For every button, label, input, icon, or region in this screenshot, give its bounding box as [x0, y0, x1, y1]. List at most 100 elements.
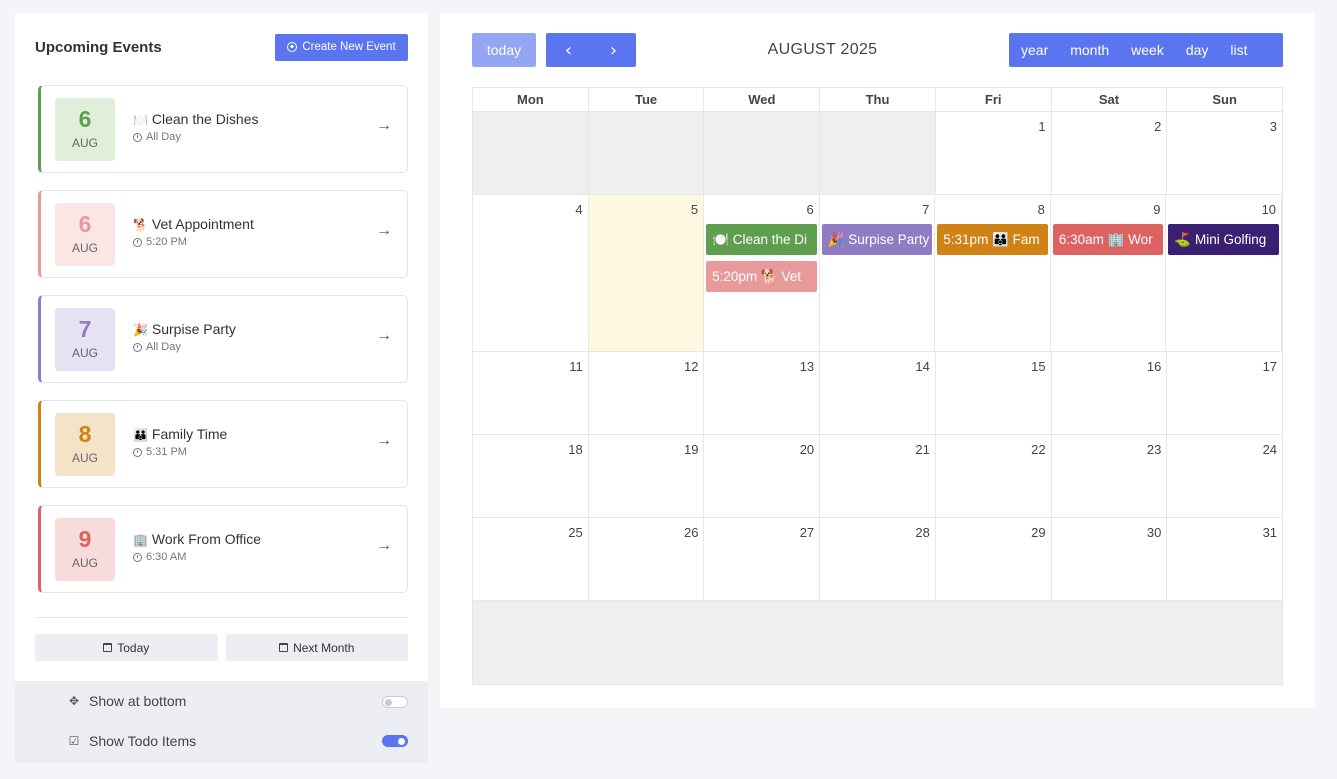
day-number[interactable]: 14 — [915, 359, 929, 374]
day-cell[interactable]: 24 — [1167, 435, 1282, 517]
day-cell[interactable]: 18 — [473, 435, 589, 517]
day-number[interactable]: 5 — [691, 202, 698, 217]
calendar-event[interactable]: 5:20pm 🐕 Vet — [706, 261, 817, 292]
week-row: 25 26 27 28 29 30 31 — [473, 518, 1282, 601]
day-number[interactable]: 31 — [1263, 525, 1277, 540]
day-cell[interactable]: 12 — [589, 352, 705, 434]
dow-tue: Tue — [589, 88, 705, 111]
next-month-label: Next Month — [293, 640, 355, 655]
dow-fri: Fri — [936, 88, 1052, 111]
calendar-event[interactable]: 6:30am 🏢 Wor — [1052, 224, 1164, 255]
event-card[interactable]: 8 AUG 👪 Family Time 5:31 PM → — [38, 400, 408, 488]
day-number[interactable]: 7 — [922, 202, 929, 217]
day-number[interactable]: 8 — [1038, 202, 1045, 217]
day-number[interactable]: 9 — [1153, 202, 1160, 217]
calendar-event[interactable]: 5:31pm 👪 Fam — [937, 224, 1048, 255]
day-cell[interactable]: 20 — [704, 435, 821, 517]
day-cell[interactable]: 19 — [589, 435, 705, 517]
day-cell[interactable]: 13 — [704, 352, 821, 434]
arrow-right-icon[interactable]: → — [376, 117, 392, 135]
day-cell[interactable]: 21 — [820, 435, 936, 517]
day-number[interactable]: 30 — [1147, 525, 1161, 540]
day-cell[interactable]: 1 — [936, 112, 1052, 194]
day-cell[interactable]: 14 — [820, 352, 936, 434]
day-number[interactable]: 6 — [807, 202, 814, 217]
day-number[interactable]: 21 — [915, 442, 929, 457]
empty-day-cell — [473, 112, 589, 194]
day-number[interactable]: 23 — [1147, 442, 1161, 457]
day-number[interactable]: 12 — [684, 359, 698, 374]
day-cell[interactable]: 2 — [1052, 112, 1168, 194]
day-cell[interactable]: 30 — [1052, 518, 1168, 600]
day-cell[interactable]: 27 — [704, 518, 821, 600]
day-number[interactable]: 22 — [1031, 442, 1045, 457]
day-number[interactable]: 3 — [1270, 119, 1277, 134]
day-number[interactable]: 13 — [800, 359, 814, 374]
calendar-event[interactable]: 🍽️ Clean the Di — [706, 224, 817, 255]
day-cell[interactable]: 26 — [589, 518, 705, 600]
day-cell[interactable]: 16 — [1052, 352, 1168, 434]
show-at-bottom-toggle[interactable] — [382, 696, 408, 708]
event-title: 🐕 Vet Appointment — [133, 216, 254, 232]
day-cell[interactable]: 3 — [1167, 112, 1282, 194]
day-number[interactable]: 2 — [1154, 119, 1161, 134]
day-number[interactable]: 28 — [915, 525, 929, 540]
arrow-right-icon[interactable]: → — [376, 327, 392, 345]
day-number[interactable]: 11 — [569, 359, 583, 374]
day-number[interactable]: 1 — [1038, 119, 1045, 134]
event-card[interactable]: 9 AUG 🏢 Work From Office 6:30 AM → — [38, 505, 408, 593]
show-todo-toggle[interactable] — [382, 735, 408, 747]
event-date-badge: 6 AUG — [55, 98, 115, 161]
day-number[interactable]: 24 — [1263, 442, 1277, 457]
day-cell[interactable]: 22 — [936, 435, 1052, 517]
day-number[interactable]: 4 — [575, 202, 582, 217]
create-new-event-button[interactable]: Create New Event — [275, 33, 408, 61]
day-number[interactable]: 26 — [684, 525, 698, 540]
day-cell[interactable]: 7 — [820, 195, 936, 351]
day-cell[interactable]: 17 — [1167, 352, 1282, 434]
day-cell[interactable]: 8 — [935, 195, 1051, 351]
calendar-event[interactable]: ⛳ Mini Golfing — [1168, 224, 1279, 255]
day-number[interactable]: 27 — [800, 525, 814, 540]
view-list-button[interactable]: list — [1219, 33, 1258, 67]
week-row: 11 12 13 14 15 16 17 — [473, 352, 1282, 435]
day-cell[interactable]: 4 — [473, 195, 589, 351]
dow-thu: Thu — [820, 88, 936, 111]
week-row: 1 2 3 — [473, 112, 1282, 195]
day-cell[interactable]: 5 — [588, 195, 705, 351]
arrow-right-icon[interactable]: → — [376, 222, 392, 240]
today-button[interactable]: Today — [35, 634, 218, 661]
day-cell[interactable]: 31 — [1167, 518, 1282, 600]
view-year-button[interactable]: year — [1009, 33, 1059, 67]
arrow-right-icon[interactable]: → — [376, 432, 392, 450]
clock-icon — [133, 552, 142, 562]
day-cell[interactable]: 28 — [820, 518, 936, 600]
day-number[interactable]: 10 — [1262, 202, 1276, 217]
view-day-button[interactable]: day — [1175, 33, 1220, 67]
event-card[interactable]: 6 AUG 🍽️ Clean the Dishes All Day → — [38, 85, 408, 173]
day-cell[interactable]: 23 — [1052, 435, 1168, 517]
day-cell[interactable]: 11 — [473, 352, 589, 434]
event-time: All Day — [133, 341, 181, 353]
day-number[interactable]: 17 — [1263, 359, 1277, 374]
event-card[interactable]: 6 AUG 🐕 Vet Appointment 5:20 PM → — [38, 190, 408, 278]
day-cell[interactable]: 15 — [936, 352, 1052, 434]
day-number[interactable]: 19 — [684, 442, 698, 457]
day-number[interactable]: 18 — [568, 442, 582, 457]
day-cell[interactable]: 25 — [473, 518, 589, 600]
event-title: 👪 Family Time — [133, 426, 227, 442]
event-card[interactable]: 7 AUG 🎉 Surpise Party All Day → — [38, 295, 408, 383]
day-cell[interactable]: 10 — [1166, 195, 1283, 351]
next-month-button[interactable]: Next Month — [225, 634, 408, 661]
day-number[interactable]: 16 — [1147, 359, 1161, 374]
calendar-event[interactable]: 🎉 Surpise Party — [821, 224, 933, 255]
day-number[interactable]: 25 — [568, 525, 582, 540]
day-cell[interactable]: 29 — [936, 518, 1052, 600]
arrow-right-icon[interactable]: → — [376, 537, 392, 555]
view-month-button[interactable]: month — [1059, 33, 1120, 67]
day-cell[interactable]: 9 — [1051, 195, 1167, 351]
day-number[interactable]: 15 — [1031, 359, 1045, 374]
day-number[interactable]: 29 — [1031, 525, 1045, 540]
view-week-button[interactable]: week — [1120, 33, 1175, 67]
day-number[interactable]: 20 — [800, 442, 814, 457]
